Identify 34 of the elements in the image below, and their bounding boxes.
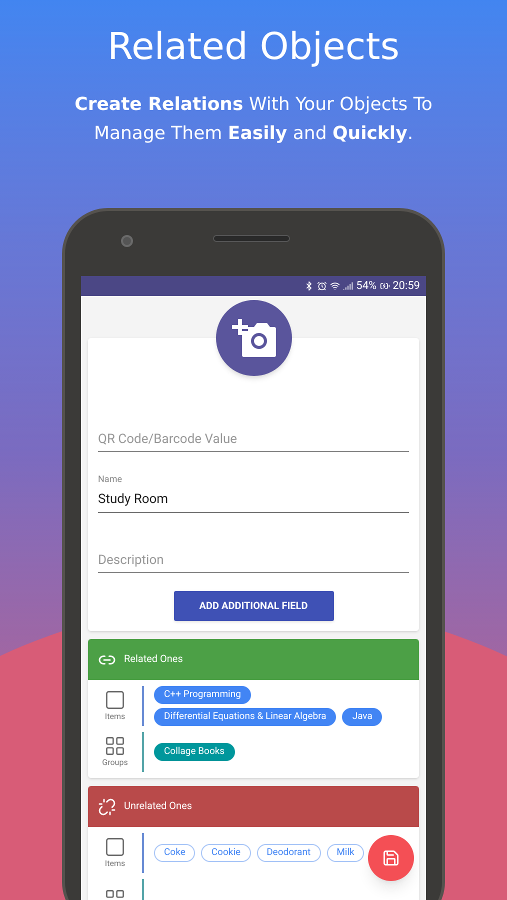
battery-icon [380, 280, 390, 290]
page-subtitle: Create Relations With Your Objects To Manage Them Easily and Quickly. [74, 93, 434, 146]
save-icon [382, 849, 400, 867]
add-photo-icon [232, 316, 276, 358]
text-field[interactable]: Description [98, 550, 409, 573]
object-chip[interactable]: Cookie [201, 844, 251, 862]
object-chip[interactable]: Deodorant [256, 844, 321, 862]
field-label: Name [98, 474, 123, 486]
battery-percent: 54% [356, 280, 377, 292]
alarm-icon [317, 280, 328, 290]
square-icon [104, 836, 126, 858]
row-label: Groups [102, 757, 128, 769]
object-chip[interactable]: Coke [154, 844, 196, 862]
object-chip[interactable]: Collage Books [154, 743, 235, 761]
object-chip[interactable]: Milk [326, 844, 364, 862]
text-field[interactable]: Study Room [98, 490, 409, 512]
object-chip[interactable]: Java [342, 708, 382, 726]
page-title: Related Objects [107, 24, 400, 70]
signal-icon [343, 280, 354, 290]
unlink-icon [98, 798, 116, 816]
square-icon [104, 689, 126, 711]
row-label: Items [104, 711, 126, 723]
add-field-button[interactable]: ADD ADDITIONAL FIELD [174, 591, 334, 621]
grid-icon [104, 735, 126, 757]
text-field[interactable]: QR Code/Barcode Value [98, 430, 409, 452]
section-title: Related Ones [124, 653, 183, 667]
row-label: Items [104, 858, 126, 870]
phone-camera [121, 235, 133, 247]
status-time: 20:59 [392, 280, 420, 292]
wifi-icon [330, 280, 340, 290]
section-title: Unrelated Ones [124, 800, 192, 814]
bluetooth-icon [304, 280, 314, 290]
object-chip[interactable]: C++ Programming [154, 686, 251, 704]
object-chip[interactable]: Differential Equations & Linear Algebra [154, 708, 336, 726]
